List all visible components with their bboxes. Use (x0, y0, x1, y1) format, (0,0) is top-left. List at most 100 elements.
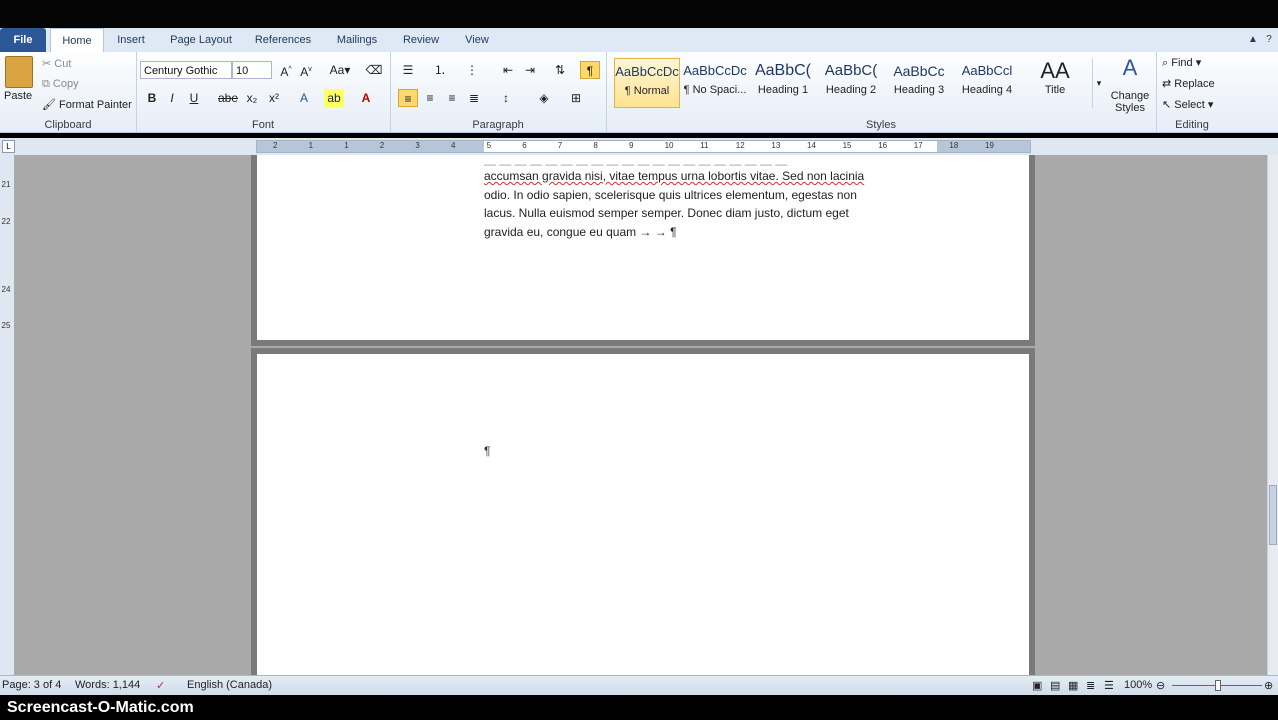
align-center-icon[interactable]: ≡ (420, 89, 440, 107)
status-bar: Page: 3 of 4 Words: 1,144 ✓ English (Can… (0, 675, 1278, 696)
outline-view-icon[interactable]: ≣ (1086, 679, 1095, 692)
text-effects-icon[interactable]: A (294, 89, 314, 107)
highlight-icon[interactable]: ab (324, 89, 344, 107)
sort-icon[interactable]: ⇅ (550, 61, 570, 79)
tab-selector-icon[interactable]: L (2, 140, 15, 153)
empty-paragraph-mark[interactable]: ¶ (484, 444, 490, 458)
ruler-tick-label: 9 (629, 141, 634, 150)
change-styles-icon[interactable]: A (1112, 56, 1148, 80)
title-bar (0, 0, 1278, 28)
style-no-spacing[interactable]: AaBbCcDc ¶ No Spaci... (682, 58, 748, 108)
strikethrough-icon[interactable]: abe (218, 89, 238, 107)
document-canvas[interactable]: — — — — — — — — — — — — — — — — — — — — … (14, 155, 1268, 675)
shrink-font-icon[interactable]: Av (296, 61, 316, 79)
font-color-icon[interactable]: A (356, 89, 376, 107)
zoom-in-icon[interactable]: ⊕ (1264, 679, 1273, 692)
increase-indent-icon[interactable]: ⇥ (520, 61, 540, 79)
cut-button[interactable]: ✂ Cut (42, 57, 71, 70)
underline-icon[interactable]: U (184, 89, 204, 107)
tab-and-paragraph-marks: → → ¶ (639, 224, 677, 239)
print-layout-view-icon[interactable]: ▣ (1032, 679, 1042, 692)
grow-font-icon[interactable]: A^ (276, 61, 296, 79)
change-styles-button[interactable]: Change Styles (1108, 90, 1152, 114)
zoom-slider-thumb[interactable] (1215, 680, 1221, 691)
help-icon[interactable]: ? (1262, 28, 1276, 52)
align-left-icon[interactable]: ≡ (398, 89, 418, 107)
styles-group: AaBbCcDc ¶ Normal AaBbCcDc ¶ No Spaci... A… (606, 52, 1157, 132)
change-case-icon[interactable]: Aa▾ (326, 61, 354, 79)
zoom-level[interactable]: 100% (1124, 679, 1152, 691)
italic-icon[interactable]: I (162, 89, 182, 107)
copy-icon: ⧉ (42, 78, 50, 90)
tab-view[interactable]: View (456, 28, 498, 52)
shading-icon[interactable]: ◈ (534, 89, 554, 107)
ruler-bar[interactable]: 2 1 1 2 3 4 5 6 7 8 9 10 11 12 13 14 15 16 17 18 19 (256, 140, 1031, 153)
align-right-icon[interactable]: ≡ (442, 89, 462, 107)
paste-icon[interactable] (5, 56, 33, 88)
format-painter-button[interactable]: 🖌 Format Painter (42, 98, 132, 111)
word-count[interactable]: Words: 1,144 (75, 679, 140, 691)
text-line-3: lacus. Nulla euismod semper semper. Done… (484, 206, 849, 220)
font-size-combo[interactable]: 10 (232, 61, 272, 79)
style-heading-3[interactable]: AaBbCc Heading 3 (886, 58, 952, 108)
justify-icon[interactable]: ≣ (464, 89, 484, 107)
editing-label: Editing (1175, 119, 1209, 131)
tab-insert[interactable]: Insert (108, 28, 154, 52)
font-name-combo[interactable]: Century Gothic (140, 61, 232, 79)
clear-formatting-icon[interactable]: ⌫ (364, 61, 384, 79)
tab-review[interactable]: Review (394, 28, 448, 52)
vertical-ruler[interactable]: 21 22 24 25 (0, 155, 14, 675)
bold-icon[interactable]: B (142, 89, 162, 107)
superscript-icon[interactable]: x² (264, 89, 284, 107)
tab-references[interactable]: References (246, 28, 320, 52)
tab-page-layout[interactable]: Page Layout (162, 28, 240, 52)
proofing-icon[interactable]: ✓ (156, 679, 165, 692)
page-3[interactable]: — — — — — — — — — — — — — — — — — — — — … (257, 155, 1029, 340)
borders-icon[interactable]: ⊞ (566, 89, 586, 107)
find-button[interactable]: ⌕ Find ▾ (1162, 56, 1201, 70)
scissors-icon: ✂ (42, 58, 52, 70)
replace-button[interactable]: ⇄ Replace (1162, 77, 1215, 90)
bullets-icon[interactable]: ☰ (398, 61, 418, 79)
tab-mailings[interactable]: Mailings (326, 28, 388, 52)
tab-file[interactable]: File (0, 28, 46, 52)
full-screen-view-icon[interactable]: ▤ (1050, 679, 1060, 692)
web-layout-view-icon[interactable]: ▦ (1068, 679, 1078, 692)
decrease-indent-icon[interactable]: ⇤ (498, 61, 518, 79)
paragraph-text[interactable]: accumsan gravida nisi, vitae tempus urna… (484, 167, 864, 241)
ruler-tick-label: 12 (735, 141, 745, 150)
font-label: Font (251, 119, 274, 131)
style-heading-4[interactable]: AaBbCcl Heading 4 (954, 58, 1020, 108)
language-indicator[interactable]: English (Canada) (187, 679, 272, 691)
paragraph-label: Paragraph (472, 119, 524, 131)
style-heading-1[interactable]: AaBbC(Heading 1 (750, 58, 816, 108)
scrollbar-thumb[interactable] (1269, 485, 1277, 545)
line-spacing-icon[interactable]: ↕ (496, 89, 516, 107)
copy-button[interactable]: ⧉ Copy (42, 78, 79, 91)
show-formatting-icon[interactable]: ¶ (580, 61, 600, 79)
ruler-tick-label: 6 (522, 141, 527, 150)
ruler-tick-label: 10 (664, 141, 674, 150)
select-button[interactable]: ↖ Select ▾ (1162, 98, 1213, 111)
page-4[interactable]: ¶ (257, 354, 1029, 675)
ruler-tick-label: 18 (949, 141, 959, 150)
style-normal[interactable]: AaBbCcDc ¶ Normal (614, 58, 680, 108)
subscript-icon[interactable]: x₂ (242, 89, 262, 107)
vertical-scrollbar[interactable] (1267, 155, 1278, 675)
horizontal-ruler[interactable]: L 2 1 1 2 3 4 5 6 7 8 9 10 11 12 13 14 15 16 17 18 19 (0, 138, 1278, 155)
style-heading-2[interactable]: AaBbC(Heading 2 (818, 58, 884, 108)
tab-home[interactable]: Home (50, 28, 104, 54)
numbering-icon[interactable]: ⒈ (430, 61, 450, 79)
paste-button[interactable]: Paste (4, 90, 32, 102)
clipboard-group: Paste ✂ Cut ⧉ Copy 🖌 Format Painter Clip… (0, 52, 137, 132)
page-count[interactable]: Page: 3 of 4 (2, 679, 61, 691)
draft-view-icon[interactable]: ☰ (1104, 679, 1114, 692)
text-line-2: odio. In odio sapien, scelerisque quis u… (484, 187, 857, 202)
styles-gallery-more-icon[interactable]: ▾ (1092, 58, 1105, 108)
view-ruler-icon[interactable] (1268, 140, 1278, 153)
style-title[interactable]: AA Title (1022, 58, 1088, 108)
zoom-out-icon[interactable]: ⊖ (1156, 679, 1165, 692)
multilevel-list-icon[interactable]: ⋮ (462, 61, 482, 79)
minimize-ribbon-icon[interactable]: ▲ (1246, 28, 1260, 52)
editing-group: ⌕ Find ▾ ⇄ Replace ↖ Select ▾ Editing (1156, 52, 1228, 132)
